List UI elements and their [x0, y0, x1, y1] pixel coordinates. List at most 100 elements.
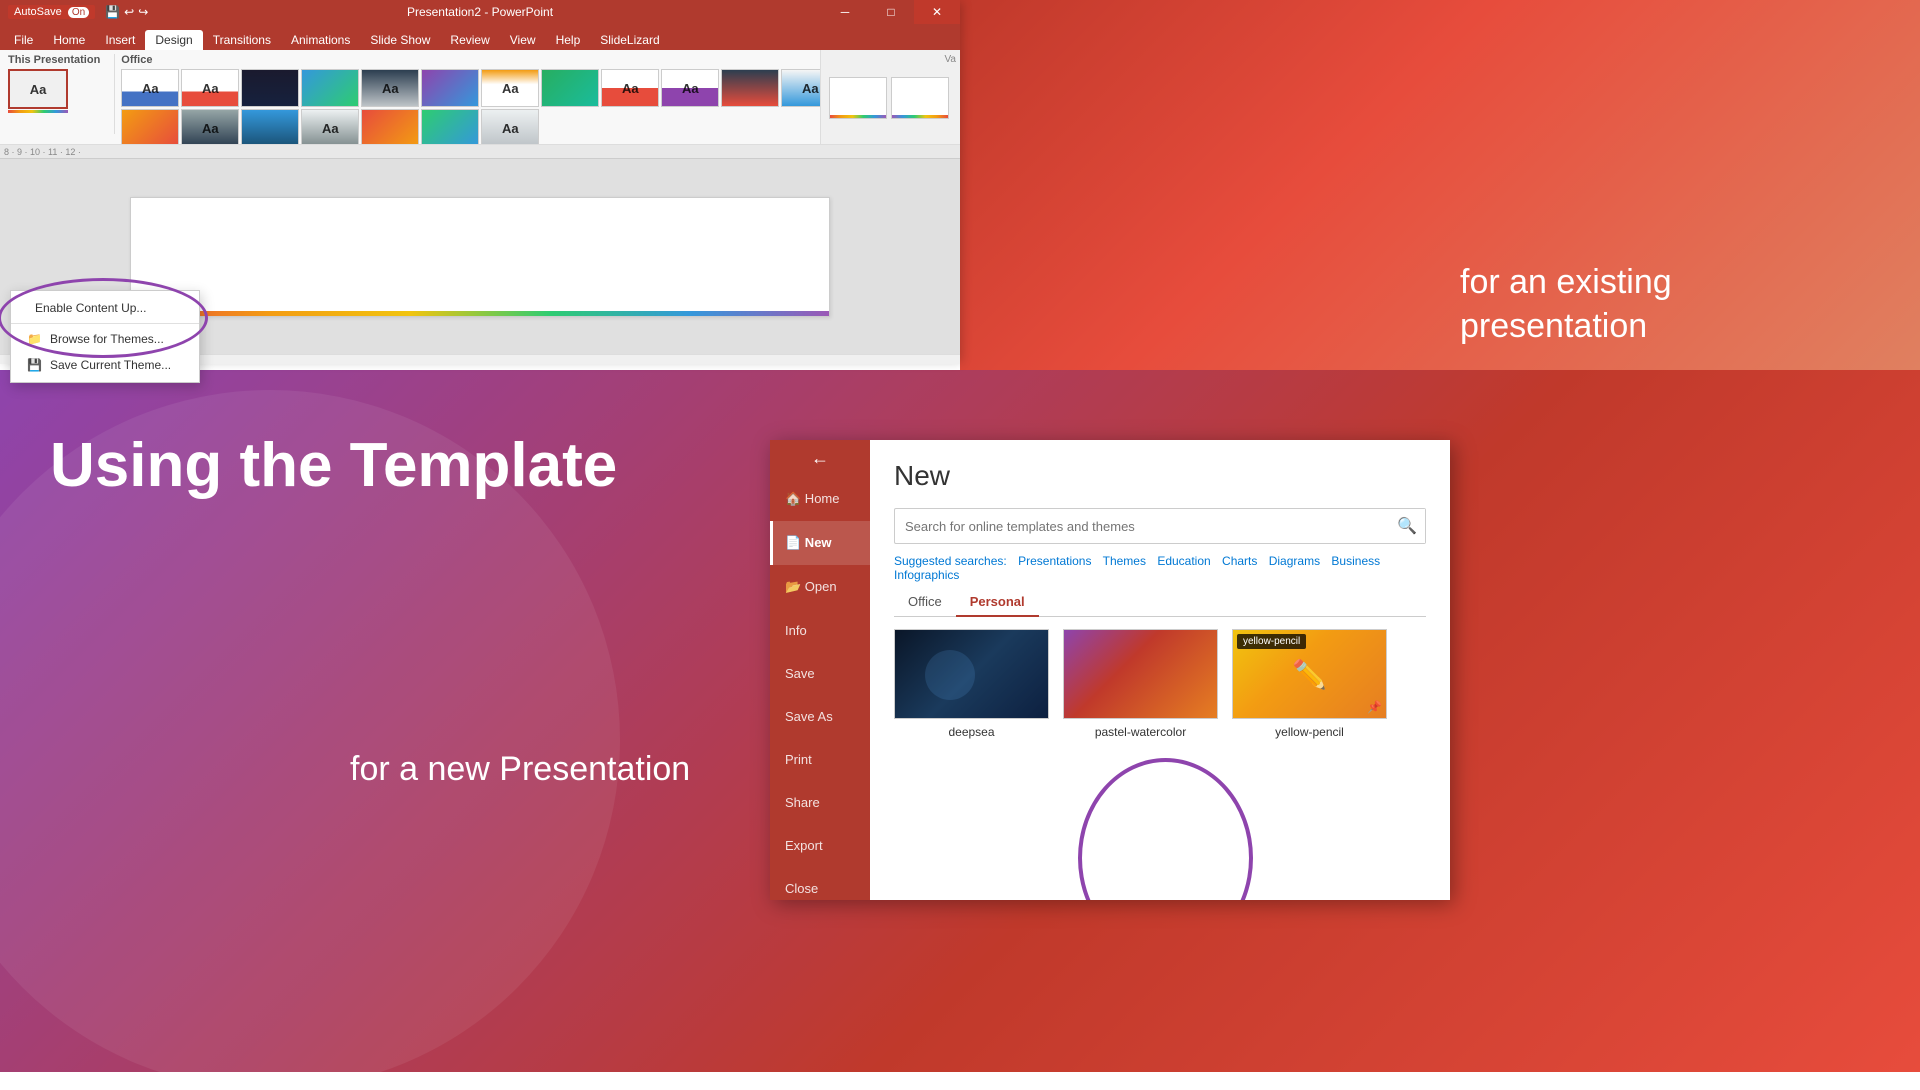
- close-button[interactable]: ✕: [914, 0, 960, 24]
- backstage-nav-home[interactable]: 🏠 Home: [770, 477, 870, 521]
- theme-thumb-3[interactable]: Aa: [301, 69, 359, 107]
- backstage-search-box: 🔍: [894, 508, 1426, 544]
- context-menu-save-theme[interactable]: 💾 Save Current Theme...: [11, 352, 199, 378]
- backstage-nav-new[interactable]: 📄 New: [770, 521, 870, 565]
- backstage-nav-info[interactable]: Info: [770, 609, 870, 652]
- backstage-tab-personal[interactable]: Personal: [956, 588, 1039, 617]
- title-controls: ─ □ ✕: [822, 0, 960, 24]
- minimize-button[interactable]: ─: [822, 0, 868, 24]
- tab-help[interactable]: Help: [546, 30, 591, 50]
- current-theme-thumb[interactable]: Aa: [8, 69, 68, 109]
- window-title: Presentation2 - PowerPoint: [407, 5, 553, 19]
- backstage-nav-close[interactable]: Close: [770, 867, 870, 900]
- template-item-yellow-pencil[interactable]: ✏️ yellow-pencil 📌 yellow-pencil: [1232, 629, 1387, 739]
- context-menu-browse-themes[interactable]: 📁 Browse for Themes...: [11, 326, 199, 352]
- theme-thumb-14[interactable]: Aa: [181, 109, 239, 145]
- search-magnifier-icon: 🔍: [1397, 516, 1417, 536]
- backstage-content: New 🔍 Suggested searches: Presentations …: [870, 440, 1450, 900]
- slide-mini-2[interactable]: [891, 77, 949, 119]
- backstage-window: ← 🏠 Home 📄 New 📂 Open Info Save Save As …: [770, 440, 1450, 900]
- suggested-education[interactable]: Education: [1157, 554, 1210, 568]
- theme-thumb-4[interactable]: Aa: [361, 69, 419, 107]
- theme-stripe: [8, 110, 68, 113]
- template-item-deepsea[interactable]: deepsea: [894, 629, 1049, 739]
- suggested-presentations[interactable]: Presentations: [1018, 554, 1091, 568]
- backstage-search-input[interactable]: [895, 512, 1389, 541]
- context-menu-enable-content[interactable]: Enable Content Up...: [11, 295, 199, 321]
- tab-file[interactable]: File: [4, 30, 43, 50]
- theme-thumb-0[interactable]: Aa: [121, 69, 179, 107]
- slide-mini-1[interactable]: [829, 77, 887, 119]
- backstage-search-button[interactable]: 🔍: [1389, 509, 1425, 543]
- backstage-nav-export[interactable]: Export: [770, 824, 870, 867]
- theme-thumb-10[interactable]: Aa: [721, 69, 779, 107]
- template-name-deepsea: deepsea: [894, 725, 1049, 739]
- template-item-pastel[interactable]: pastel-watercolor: [1063, 629, 1218, 739]
- backstage-nav-saveas[interactable]: Save As: [770, 695, 870, 738]
- tab-insert[interactable]: Insert: [95, 30, 145, 50]
- slide-preview-panel: Va: [820, 50, 960, 145]
- slide-canvas: [130, 197, 830, 317]
- theme-thumb-2[interactable]: Aa: [241, 69, 299, 107]
- template-thumb-deepsea[interactable]: [894, 629, 1049, 719]
- backstage-nav-print[interactable]: Print: [770, 738, 870, 781]
- browse-themes-icon: 📁: [27, 332, 42, 346]
- backstage-nav-share[interactable]: Share: [770, 781, 870, 824]
- tab-slideshow[interactable]: Slide Show: [360, 30, 440, 50]
- ruler-indicator: Va: [945, 54, 957, 65]
- template-thumb-pastel[interactable]: [1063, 629, 1218, 719]
- theme-thumb-17[interactable]: Aa: [361, 109, 419, 145]
- theme-thumb-5[interactable]: Aa: [421, 69, 479, 107]
- theme-thumb-16[interactable]: Aa: [301, 109, 359, 145]
- theme-thumb-7[interactable]: Aa: [541, 69, 599, 107]
- this-presentation-label: This Presentation: [8, 54, 100, 66]
- suggested-business[interactable]: Business: [1331, 554, 1380, 568]
- theme-thumb-13[interactable]: Aa: [121, 109, 179, 145]
- deepsea-bg: [895, 630, 1048, 718]
- backstage-nav-open[interactable]: 📂 Open: [770, 565, 870, 609]
- open-folder-icon: 📂: [785, 579, 801, 594]
- new-doc-icon: 📄: [785, 535, 801, 550]
- theme-thumb-15[interactable]: Aa: [241, 109, 299, 145]
- template-grid: deepsea pastel-watercolor ✏️ yellow-penc…: [894, 629, 1426, 739]
- suggested-diagrams[interactable]: Diagrams: [1269, 554, 1320, 568]
- tab-slidelizard[interactable]: SlideLizard: [590, 30, 669, 50]
- backstage-nav-save[interactable]: Save: [770, 652, 870, 695]
- theme-thumb-19[interactable]: Aa: [481, 109, 539, 145]
- deepsea-bubbles: [925, 650, 975, 700]
- suggested-charts[interactable]: Charts: [1222, 554, 1257, 568]
- home-icon: 🏠: [785, 491, 801, 506]
- tab-design[interactable]: Design: [145, 30, 202, 50]
- theme-thumb-1[interactable]: Aa: [181, 69, 239, 107]
- backstage-suggested-searches: Suggested searches: Presentations Themes…: [894, 554, 1426, 582]
- tab-view[interactable]: View: [500, 30, 546, 50]
- theme-thumb-9[interactable]: Aa: [661, 69, 719, 107]
- save-theme-icon: 💾: [27, 358, 42, 372]
- theme-thumb-18[interactable]: Aa: [421, 109, 479, 145]
- theme-thumb-6[interactable]: Aa: [481, 69, 539, 107]
- redo-icon[interactable]: ↪: [138, 5, 148, 19]
- text-new-presentation: for a new Presentation: [350, 750, 690, 789]
- theme-thumb-8[interactable]: Aa: [601, 69, 659, 107]
- tab-review[interactable]: Review: [440, 30, 499, 50]
- suggested-infographics[interactable]: Infographics: [894, 568, 959, 582]
- template-thumb-yellow-pencil[interactable]: ✏️ yellow-pencil 📌: [1232, 629, 1387, 719]
- save-icon[interactable]: 💾: [105, 5, 120, 19]
- suggested-themes[interactable]: Themes: [1103, 554, 1146, 568]
- template-pin-yellow[interactable]: 📌: [1367, 700, 1382, 714]
- tab-home[interactable]: Home: [43, 30, 95, 50]
- suggested-label: Suggested searches:: [894, 554, 1007, 568]
- backstage-tab-office[interactable]: Office: [894, 588, 956, 617]
- autosave-toggle[interactable]: On: [68, 7, 89, 18]
- backstage-sidebar: ← 🏠 Home 📄 New 📂 Open Info Save Save As …: [770, 440, 870, 900]
- undo-icon[interactable]: ↩: [124, 5, 134, 19]
- tab-animations[interactable]: Animations: [281, 30, 360, 50]
- maximize-button[interactable]: □: [868, 0, 914, 24]
- title-bar: AutoSave On 💾 ↩ ↪ Presentation2 - PowerP…: [0, 0, 960, 24]
- this-presentation-section: This Presentation Aa: [8, 54, 100, 142]
- ribbon-content: This Presentation Aa Office Aa Aa Aa Aa …: [0, 50, 960, 145]
- back-arrow-icon: ←: [811, 448, 829, 469]
- tab-transitions[interactable]: Transitions: [203, 30, 281, 50]
- backstage-back-button[interactable]: ←: [800, 448, 840, 469]
- backstage-content-tabs: Office Personal: [894, 588, 1426, 617]
